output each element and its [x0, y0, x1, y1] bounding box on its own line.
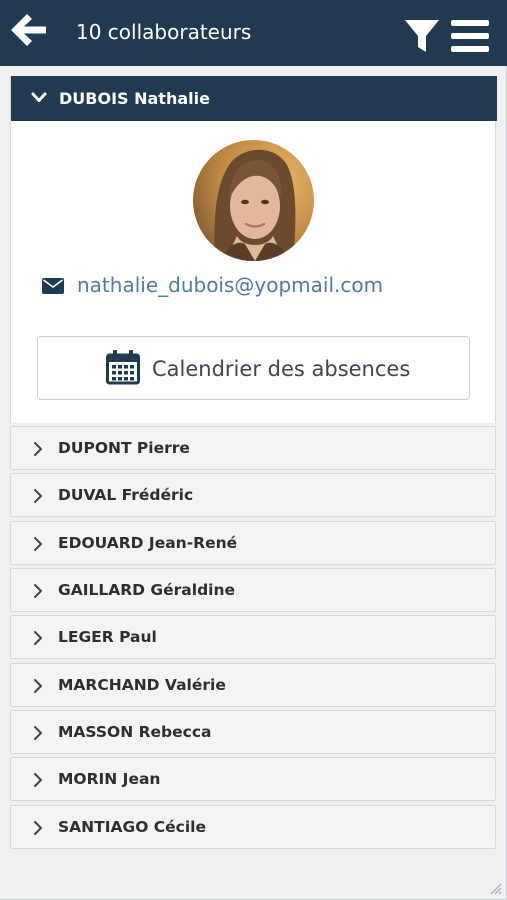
envelope-icon: [42, 278, 64, 294]
profile-photo: [193, 140, 314, 261]
chevron-right-icon: [34, 631, 42, 645]
chevron-right-icon: [34, 679, 42, 693]
chevron-right-icon: [34, 489, 42, 503]
collaborator-name: DUBOIS Nathalie: [59, 89, 210, 108]
collaborator-name: MASSON Rebecca: [58, 723, 212, 741]
collaborator-name: SANTIAGO Cécile: [58, 818, 206, 836]
collaborator-name: DUPONT Pierre: [58, 439, 190, 457]
page-title: 10 collaborateurs: [76, 20, 252, 44]
collaborator-row[interactable]: LEGER Paul: [10, 615, 496, 659]
avatar: [193, 140, 314, 261]
collaborator-row[interactable]: GAILLARD Géraldine: [10, 568, 496, 612]
collaborator-name: GAILLARD Géraldine: [58, 581, 236, 599]
collaborator-name: LEGER Paul: [58, 628, 157, 646]
collaborator-row[interactable]: DUVAL Frédéric: [10, 473, 496, 517]
collaborator-name: DUVAL Frédéric: [58, 486, 194, 504]
collaborator-name: MORIN Jean: [58, 770, 161, 788]
email-link[interactable]: nathalie_dubois@yopmail.com: [77, 272, 383, 298]
menu-button[interactable]: [449, 18, 491, 54]
chevron-right-icon: [34, 584, 42, 598]
collaborator-row[interactable]: MARCHAND Valérie: [10, 663, 496, 707]
collaborator-row[interactable]: SANTIAGO Cécile: [10, 805, 496, 849]
chevron-right-icon: [34, 821, 42, 835]
collaborator-row[interactable]: EDOUARD Jean-René: [10, 521, 496, 565]
collaborator-row[interactable]: MASSON Rebecca: [10, 710, 496, 754]
expanded-collaborator-header[interactable]: DUBOIS Nathalie: [11, 76, 497, 121]
absence-calendar-button[interactable]: Calendrier des absences: [37, 336, 470, 400]
chevron-right-icon: [34, 773, 42, 787]
collaborator-name: EDOUARD Jean-René: [58, 534, 238, 552]
collaborator-row[interactable]: MORIN Jean: [10, 757, 496, 801]
filter-button[interactable]: [403, 16, 441, 56]
chevron-right-icon: [34, 442, 42, 456]
app-frame: 10 collaborateurs DUBOIS Nathalie nathal…: [0, 0, 507, 900]
chevron-right-icon: [34, 726, 42, 740]
expanded-collaborator-panel: DUBOIS Nathalie nathalie_dubois@yopmail.…: [10, 76, 497, 423]
hamburger-menu-icon: [451, 20, 489, 52]
calendar-button-label: Calendrier des absences: [152, 357, 411, 381]
top-bar: 10 collaborateurs: [0, 0, 507, 66]
back-button[interactable]: [8, 10, 50, 52]
filter-icon: [405, 20, 439, 52]
collaborator-row[interactable]: DUPONT Pierre: [10, 426, 496, 470]
chevron-down-icon: [31, 92, 47, 102]
chevron-right-icon: [34, 537, 42, 551]
resize-grip-icon[interactable]: [488, 881, 502, 895]
collaborator-name: MARCHAND Valérie: [58, 676, 226, 694]
arrow-left-icon: [11, 14, 46, 46]
calendar-icon: [106, 350, 140, 385]
